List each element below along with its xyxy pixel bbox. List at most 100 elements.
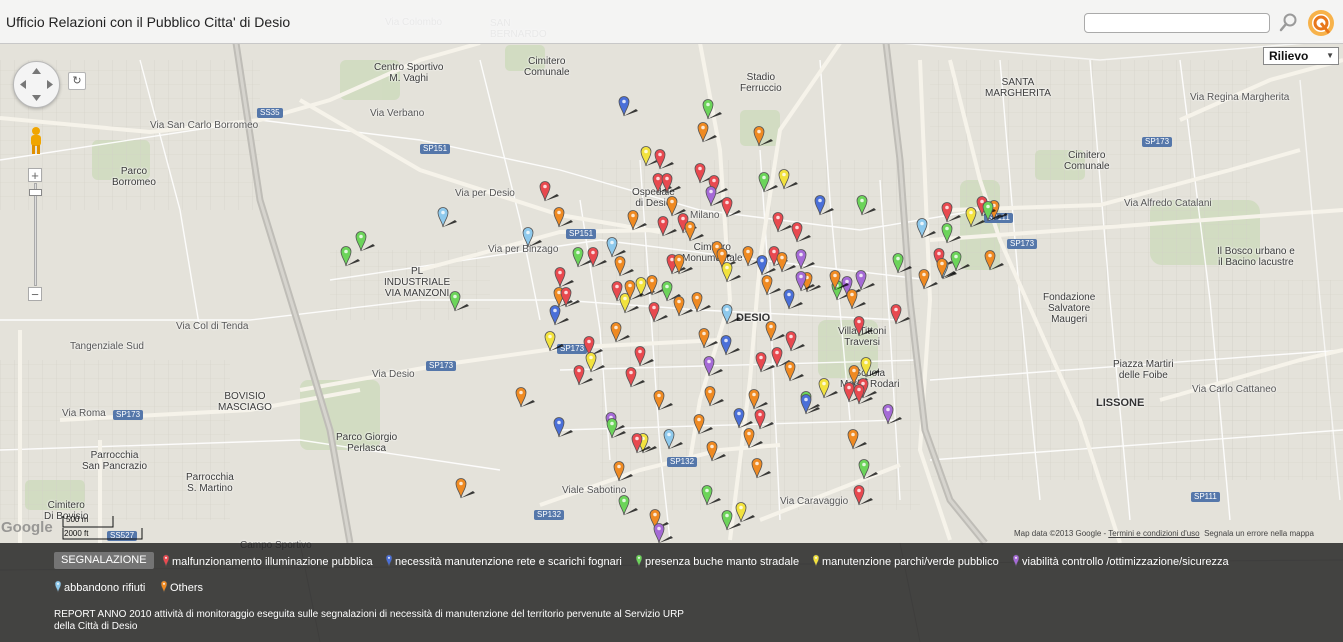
legend-item[interactable]: manutenzione parchi/verde pubblico	[812, 554, 999, 569]
map-marker-icon[interactable]	[693, 413, 713, 435]
rotate-icon[interactable]: ↻	[68, 72, 86, 90]
map-marker-icon[interactable]	[694, 162, 714, 184]
map-marker-icon[interactable]	[437, 206, 457, 228]
map-marker-icon[interactable]	[539, 180, 559, 202]
map-marker-icon[interactable]	[783, 288, 803, 310]
legend-item[interactable]: presenza buche manto stradale	[635, 554, 799, 569]
map-marker-icon[interactable]	[982, 200, 1002, 222]
map-marker-icon[interactable]	[654, 148, 674, 170]
map-marker-icon[interactable]	[573, 364, 593, 386]
zoom-slider-thumb[interactable]	[29, 189, 42, 196]
map-marker-icon[interactable]	[984, 249, 1004, 271]
map-marker-icon[interactable]	[661, 280, 681, 302]
map-marker-icon[interactable]	[455, 477, 475, 499]
map-marker-icon[interactable]	[733, 407, 753, 429]
map-marker-icon[interactable]	[646, 274, 666, 296]
map-marker-icon[interactable]	[721, 196, 741, 218]
map-marker-icon[interactable]	[705, 185, 725, 207]
zoom-slider[interactable]	[34, 183, 37, 286]
map-marker-icon[interactable]	[631, 432, 651, 454]
map-marker-icon[interactable]	[613, 460, 633, 482]
map-marker-icon[interactable]	[742, 245, 762, 267]
map-marker-icon[interactable]	[697, 121, 717, 143]
search-input[interactable]	[1084, 13, 1270, 33]
map-marker-icon[interactable]	[701, 484, 721, 506]
map-marker-icon[interactable]	[882, 403, 902, 425]
map-marker-icon[interactable]	[916, 217, 936, 239]
map-marker-icon[interactable]	[776, 251, 796, 273]
map-marker-icon[interactable]	[663, 428, 683, 450]
map-marker-icon[interactable]	[758, 171, 778, 193]
map-marker-icon[interactable]	[856, 194, 876, 216]
map-marker-icon[interactable]	[706, 440, 726, 462]
map-marker-icon[interactable]	[890, 303, 910, 325]
legend-item[interactable]: necessità manutenzione rete e scarichi f…	[385, 554, 622, 569]
map-marker-icon[interactable]	[721, 303, 741, 325]
map-marker-icon[interactable]	[720, 334, 740, 356]
pegman-icon[interactable]	[26, 126, 46, 156]
map-marker-icon[interactable]	[449, 290, 469, 312]
map-marker-icon[interactable]	[704, 385, 724, 407]
map-marker-icon[interactable]	[858, 458, 878, 480]
map-marker-icon[interactable]	[657, 215, 677, 237]
legend-item[interactable]: abbandono rifiuti	[54, 580, 145, 595]
map-marker-icon[interactable]	[691, 291, 711, 313]
map-marker-icon[interactable]	[554, 266, 574, 288]
map-marker-icon[interactable]	[515, 386, 535, 408]
map-marker-icon[interactable]	[847, 428, 867, 450]
map-marker-icon[interactable]	[772, 211, 792, 233]
map-marker-icon[interactable]	[755, 351, 775, 373]
map-marker-icon[interactable]	[653, 389, 673, 411]
map-marker-icon[interactable]	[800, 393, 820, 415]
map-marker-icon[interactable]	[625, 366, 645, 388]
zoom-out-button[interactable]: −	[28, 287, 42, 301]
map-marker-icon[interactable]	[702, 98, 722, 120]
map-marker-icon[interactable]	[784, 360, 804, 382]
map-marker-icon[interactable]	[853, 484, 873, 506]
map-type-select[interactable]: Rilievo ▼	[1263, 47, 1339, 65]
map-marker-icon[interactable]	[618, 494, 638, 516]
map-marker-icon[interactable]	[791, 221, 811, 243]
map-marker-icon[interactable]	[606, 417, 626, 439]
map-marker-icon[interactable]	[829, 269, 849, 291]
map-marker-icon[interactable]	[936, 257, 956, 279]
map-marker-icon[interactable]	[684, 220, 704, 242]
map-marker-icon[interactable]	[673, 253, 693, 275]
map-marker-icon[interactable]	[846, 288, 866, 310]
map-marker-icon[interactable]	[661, 172, 681, 194]
legend-item[interactable]: viabilità controllo /ottimizzazione/sicu…	[1012, 554, 1229, 569]
map-marker-icon[interactable]	[853, 315, 873, 337]
map-marker-icon[interactable]	[892, 252, 912, 274]
map-marker-icon[interactable]	[743, 427, 763, 449]
map-marker-icon[interactable]	[544, 330, 564, 352]
map-marker-icon[interactable]	[610, 321, 630, 343]
map-marker-icon[interactable]	[756, 254, 776, 276]
map-marker-icon[interactable]	[634, 345, 654, 367]
map-marker-icon[interactable]	[549, 304, 569, 326]
map-marker-icon[interactable]	[721, 509, 741, 531]
zoom-in-button[interactable]: +	[28, 168, 42, 182]
map-marker-icon[interactable]	[703, 355, 723, 377]
map-marker-icon[interactable]	[814, 194, 834, 216]
map-marker-icon[interactable]	[761, 274, 781, 296]
map-marker-icon[interactable]	[941, 201, 961, 223]
map-marker-icon[interactable]	[941, 222, 961, 244]
map-marker-icon[interactable]	[618, 95, 638, 117]
map-marker-icon[interactable]	[614, 255, 634, 277]
map-marker-icon[interactable]	[751, 457, 771, 479]
terms-link[interactable]: Termini e condizioni d'uso	[1108, 529, 1199, 538]
legend-item[interactable]: malfunzionamento illuminazione pubblica	[162, 554, 373, 569]
map-marker-icon[interactable]	[553, 206, 573, 228]
map-marker-icon[interactable]	[340, 245, 360, 267]
map-marker-icon[interactable]	[640, 145, 660, 167]
map-marker-icon[interactable]	[721, 261, 741, 283]
map-marker-icon[interactable]	[765, 320, 785, 342]
map-marker-icon[interactable]	[624, 279, 644, 301]
search-icon[interactable]	[1279, 12, 1299, 34]
map-marker-icon[interactable]	[587, 246, 607, 268]
map-marker-icon[interactable]	[853, 383, 873, 405]
report-error-link[interactable]: Segnala un errore nella mappa	[1204, 529, 1314, 538]
map-marker-icon[interactable]	[553, 416, 573, 438]
map-marker-icon[interactable]	[673, 295, 693, 317]
map-marker-icon[interactable]	[653, 522, 673, 544]
